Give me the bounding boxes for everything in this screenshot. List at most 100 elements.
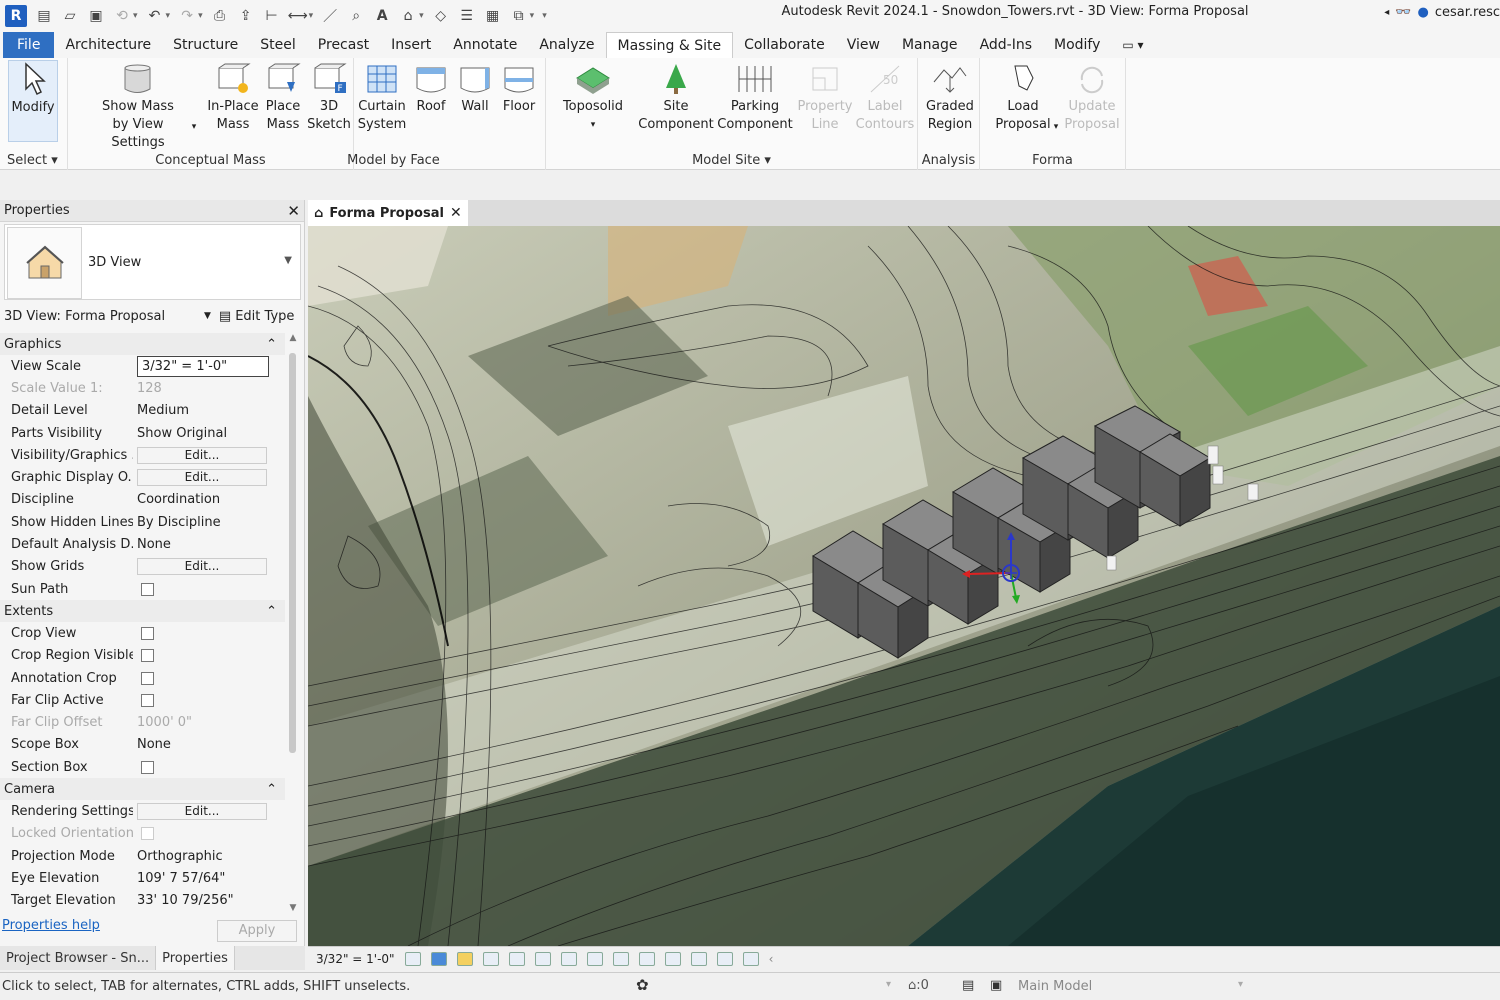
floor-button[interactable]: Floor: [498, 62, 540, 116]
section-icon[interactable]: ◇: [432, 7, 450, 25]
reveal-constraints-icon[interactable]: [742, 951, 759, 966]
property-value[interactable]: Medium: [133, 403, 285, 418]
tab-architecture[interactable]: Architecture: [54, 32, 162, 58]
property-value[interactable]: Edit...: [133, 802, 285, 820]
dropdown-icon[interactable]: ▾: [530, 11, 535, 21]
edit-button[interactable]: Edit...: [137, 558, 267, 576]
user-icon[interactable]: ●: [1418, 5, 1429, 20]
switch-windows-icon[interactable]: ⧉: [510, 7, 528, 25]
show-mass-dropdown-icon[interactable]: ▾: [190, 118, 198, 136]
home-icon[interactable]: ▤: [35, 7, 53, 25]
modify-button[interactable]: Modify: [8, 60, 58, 142]
dimension-icon[interactable]: ⟷: [288, 7, 308, 25]
instance-filter[interactable]: 3D View: Forma Proposal: [4, 309, 204, 324]
detail-level-icon[interactable]: [404, 951, 421, 966]
rendering-icon[interactable]: [508, 951, 525, 966]
chevron-down-icon[interactable]: ▾: [886, 979, 891, 990]
tab-file[interactable]: File: [3, 32, 55, 58]
collapse-icon[interactable]: ⌃: [266, 337, 277, 352]
revit-logo-icon[interactable]: R: [5, 5, 27, 27]
chevron-down-icon[interactable]: ▼: [284, 255, 292, 266]
reveal-hidden-icon[interactable]: [638, 951, 655, 966]
revit-status-icon[interactable]: ✿: [636, 976, 649, 994]
sun-path-icon[interactable]: [456, 951, 473, 966]
scroll-up-icon[interactable]: ▲: [287, 333, 299, 343]
dropdown-icon[interactable]: ▾: [198, 11, 203, 21]
tab-structure[interactable]: Structure: [162, 32, 249, 58]
checkbox[interactable]: [141, 582, 154, 596]
selection-count[interactable]: ⌂:0: [908, 978, 929, 993]
update-proposal-button[interactable]: Update Proposal: [1062, 62, 1122, 134]
tab-add-ins[interactable]: Add-Ins: [969, 32, 1043, 58]
collapse-icon[interactable]: ‹: [769, 952, 774, 966]
view-tab-forma-proposal[interactable]: ⌂ Forma Proposal ✕: [308, 200, 468, 226]
property-value[interactable]: By Discipline: [133, 515, 285, 530]
curtain-system-button[interactable]: Curtain System: [354, 62, 410, 134]
visual-style-icon[interactable]: [430, 951, 447, 966]
site-component-button[interactable]: Site Component: [636, 62, 716, 134]
load-proposal-dropdown-icon[interactable]: ▾: [1052, 118, 1060, 136]
property-value[interactable]: None: [133, 537, 285, 552]
toposolid-dropdown-icon[interactable]: ▾: [591, 116, 596, 134]
default-3d-view-icon[interactable]: ⌂: [399, 7, 417, 25]
property-value[interactable]: [133, 671, 285, 685]
scroll-down-icon[interactable]: ▼: [287, 903, 299, 913]
close-icon[interactable]: ✕: [450, 205, 462, 221]
apply-button[interactable]: Apply: [217, 920, 297, 942]
chevron-down-icon[interactable]: ▼: [204, 311, 211, 321]
group-graphics[interactable]: Graphics ⌃: [0, 333, 285, 355]
property-line-button[interactable]: Property Line: [794, 62, 856, 134]
property-value[interactable]: [133, 760, 285, 774]
toposolid-button[interactable]: Toposolid ▾: [558, 62, 628, 134]
chevron-down-icon[interactable]: ▾: [1238, 979, 1243, 990]
print-icon[interactable]: ⎙: [211, 7, 229, 25]
worksets-icon[interactable]: ▤: [962, 978, 974, 993]
property-value[interactable]: Orthographic: [133, 849, 285, 864]
redo-icon[interactable]: ↷: [178, 7, 196, 25]
checkbox[interactable]: [141, 626, 154, 640]
edit-button[interactable]: Edit...: [137, 446, 267, 464]
property-value[interactable]: [133, 649, 285, 663]
property-value[interactable]: Edit...: [133, 558, 285, 576]
scroll-thumb[interactable]: [289, 353, 296, 753]
collapse-icon[interactable]: ⌃: [266, 604, 277, 619]
model-site-title[interactable]: Model Site ▾: [546, 153, 917, 168]
3d-view-canvas[interactable]: [308, 226, 1500, 946]
project-browser-tab[interactable]: Project Browser - Sn...: [0, 946, 155, 970]
measure-icon[interactable]: ⊢: [263, 7, 281, 25]
property-value[interactable]: 109' 7 57/64": [133, 871, 285, 886]
thin-lines-icon[interactable]: ☰: [458, 7, 476, 25]
parking-component-button[interactable]: Parking Component: [716, 62, 794, 134]
property-value[interactable]: Coordination: [133, 492, 285, 507]
load-proposal-button[interactable]: Load Proposal: [990, 62, 1056, 134]
unlocked-3d-view-icon[interactable]: [586, 951, 603, 966]
tab-annotate[interactable]: Annotate: [442, 32, 528, 58]
open-icon[interactable]: ▱: [61, 7, 79, 25]
tab-insert[interactable]: Insert: [380, 32, 442, 58]
sync-icon[interactable]: ⟲: [113, 7, 131, 25]
tab-collaborate[interactable]: Collaborate: [733, 32, 836, 58]
edit-button[interactable]: Edit...: [137, 469, 267, 487]
shadows-icon[interactable]: [482, 951, 499, 966]
3d-sketch-button[interactable]: F 3D Sketch: [306, 62, 352, 134]
checkbox[interactable]: [141, 693, 154, 707]
undo-icon[interactable]: ↶: [146, 7, 164, 25]
text-icon[interactable]: A: [373, 7, 391, 25]
tab-massing-site[interactable]: Massing & Site: [605, 32, 734, 58]
dropdown-icon[interactable]: ▾: [166, 11, 171, 21]
group-extents[interactable]: Extents ⌃: [0, 600, 285, 623]
collapse-icon[interactable]: ⌃: [266, 782, 277, 797]
analysis-display-icon[interactable]: [690, 951, 707, 966]
model-line-icon[interactable]: ／: [321, 7, 339, 25]
export-icon[interactable]: ⇪: [237, 7, 255, 25]
save-icon[interactable]: ▣: [87, 7, 105, 25]
property-value[interactable]: [133, 582, 285, 596]
group-camera[interactable]: Camera ⌃: [0, 778, 285, 801]
tab-steel[interactable]: Steel: [249, 32, 307, 58]
show-mass-button[interactable]: Show Mass by View Settings: [86, 62, 190, 152]
dropdown-icon[interactable]: ▾: [133, 11, 138, 21]
properties-scrollbar[interactable]: ▲ ▼: [287, 333, 299, 913]
worksharing-display-icon[interactable]: [664, 951, 681, 966]
tab-manage[interactable]: Manage: [891, 32, 969, 58]
property-value[interactable]: [133, 626, 285, 640]
